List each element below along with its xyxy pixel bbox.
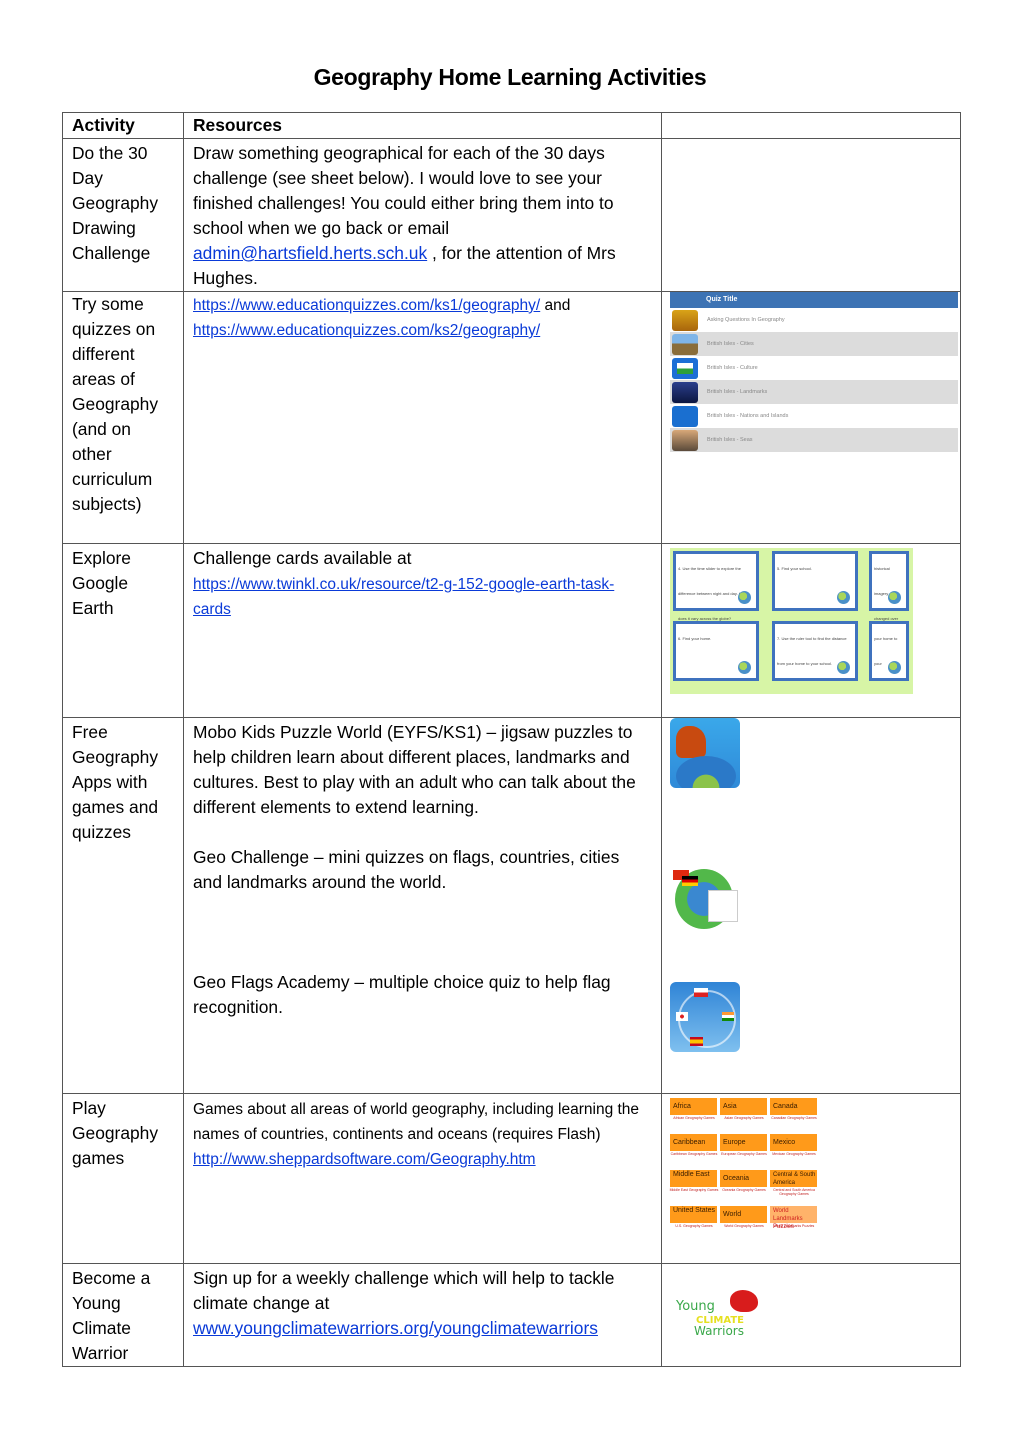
quiz-list-item: British Isles - Nations and Islands bbox=[670, 404, 958, 428]
globe-icon bbox=[837, 661, 850, 674]
activity-cell: Try some quizzes on different areas of G… bbox=[62, 291, 184, 544]
geo-flags-academy-app-icon bbox=[670, 982, 740, 1052]
app-description: Geo Flags Academy – multiple choice quiz… bbox=[193, 972, 611, 1017]
quiz-list-header: Quiz Title bbox=[670, 292, 958, 308]
resources-cell: Challenge cards available at https://www… bbox=[183, 543, 662, 718]
table-row: Free Geography Apps with games and quizz… bbox=[62, 717, 961, 1094]
game-tile: Asia bbox=[720, 1098, 767, 1115]
app-description: Mobo Kids Puzzle World (EYFS/KS1) – jigs… bbox=[193, 722, 636, 817]
quiz-list-item: British Isles - Landmarks bbox=[670, 380, 958, 404]
game-tile: Europe bbox=[720, 1134, 767, 1151]
resources-text: Draw something geographical for each of … bbox=[193, 143, 614, 238]
game-tile: World Landmarks Puzzles bbox=[770, 1206, 817, 1230]
globe-icon bbox=[837, 591, 850, 604]
resources-text: Challenge cards available at bbox=[193, 548, 412, 568]
google-earth-cards-image: 4. Use the time slider to explore the di… bbox=[670, 548, 913, 694]
globe-icon bbox=[888, 661, 901, 674]
activity-cell: Free Geography Apps with games and quizz… bbox=[62, 717, 184, 1094]
mobo-kids-app-icon bbox=[670, 718, 740, 788]
table-row: Explore Google Earth Challenge cards ava… bbox=[62, 543, 961, 718]
table-row: Try some quizzes on different areas of G… bbox=[62, 291, 961, 544]
table-row: Do the 30 Day Geography Drawing Challeng… bbox=[62, 138, 961, 292]
quiz-thumbnail-icon bbox=[672, 309, 698, 331]
image-cell: 4. Use the time slider to explore the di… bbox=[661, 543, 961, 718]
globe-icon bbox=[738, 591, 751, 604]
game-tile: United States bbox=[670, 1206, 717, 1223]
table-header-row: Activity Resources bbox=[62, 112, 961, 139]
quiz-list-item: British Isles - Cities bbox=[670, 332, 958, 356]
task-card: your home to your bbox=[869, 621, 909, 681]
quiz-thumbnail-icon bbox=[672, 429, 698, 451]
activities-table: Activity Resources Do the 30 Day Geograp… bbox=[62, 112, 961, 1367]
task-card: historical imagery changed over the bbox=[869, 551, 909, 646]
activity-cell: Explore Google Earth bbox=[62, 543, 184, 718]
quiz-thumbnail-icon bbox=[672, 381, 698, 403]
twinkl-link[interactable]: https://www.twinkl.co.uk/resource/t2-g-1… bbox=[193, 576, 614, 618]
activity-cell: Play Geography games bbox=[62, 1093, 184, 1264]
task-card: 6. Find your home. bbox=[673, 621, 759, 681]
sheppard-software-link[interactable]: http://www.sheppardsoftware.com/Geograph… bbox=[193, 1151, 536, 1168]
table-row: Play Geography games Games about all are… bbox=[62, 1093, 961, 1264]
globe-icon bbox=[738, 661, 751, 674]
header-resources: Resources bbox=[183, 112, 662, 139]
resources-cell: Mobo Kids Puzzle World (EYFS/KS1) – jigs… bbox=[183, 717, 662, 1094]
page-title: Geography Home Learning Activities bbox=[313, 64, 707, 90]
game-tile: Middle East bbox=[670, 1170, 717, 1187]
game-tile: Caribbean bbox=[670, 1134, 717, 1151]
quiz-list-item: British Isles - Seas bbox=[670, 428, 958, 452]
game-tile: World bbox=[720, 1206, 767, 1223]
ks2-quiz-link[interactable]: https://www.educationquizzes.com/ks2/geo… bbox=[193, 322, 540, 339]
image-cell: Young CLIMATE Warriors bbox=[661, 1263, 961, 1367]
resources-cell: Sign up for a weekly challenge which wil… bbox=[183, 1263, 662, 1367]
game-tile: Africa bbox=[670, 1098, 717, 1115]
quiz-thumbnail-icon bbox=[672, 405, 698, 427]
email-link[interactable]: admin@hartsfield.herts.sch.uk bbox=[193, 243, 427, 263]
resources-cell: https://www.educationquizzes.com/ks1/geo… bbox=[183, 291, 662, 544]
resources-text: Sign up for a weekly challenge which wil… bbox=[193, 1268, 615, 1313]
ks1-quiz-link[interactable]: https://www.educationquizzes.com/ks1/geo… bbox=[193, 297, 540, 314]
quiz-thumbnail-icon bbox=[672, 333, 698, 355]
activity-cell: Become a Young Climate Warrior bbox=[62, 1263, 184, 1367]
header-image bbox=[661, 112, 961, 139]
and-text: and bbox=[540, 297, 571, 314]
table-row: Become a Young Climate Warrior Sign up f… bbox=[62, 1263, 961, 1367]
header-activity: Activity bbox=[62, 112, 184, 139]
game-tile: Oceania bbox=[720, 1170, 767, 1187]
image-cell: Quiz Title Asking Questions In Geography… bbox=[661, 291, 961, 544]
game-tile: Central & South America bbox=[770, 1170, 817, 1187]
activity-cell: Do the 30 Day Geography Drawing Challeng… bbox=[62, 138, 184, 292]
image-cell bbox=[661, 717, 961, 1094]
quiz-list-image: Quiz Title Asking Questions In Geography… bbox=[670, 292, 958, 454]
young-climate-warriors-logo: Young CLIMATE Warriors bbox=[676, 1290, 766, 1338]
globe-icon bbox=[888, 591, 901, 604]
young-climate-warriors-link[interactable]: www.youngclimatewarriors.org/youngclimat… bbox=[193, 1318, 598, 1338]
resources-cell: Games about all areas of world geography… bbox=[183, 1093, 662, 1264]
image-cell bbox=[661, 138, 961, 292]
task-card: 5. Find your school. bbox=[772, 551, 858, 611]
geo-challenge-app-icon bbox=[670, 864, 740, 934]
resources-text: Games about all areas of world geography… bbox=[193, 1101, 640, 1143]
task-card: 4. Use the time slider to explore the di… bbox=[673, 551, 759, 621]
game-tile: Canada bbox=[770, 1098, 817, 1115]
image-cell: Africa African Geography Games Asia Asia… bbox=[661, 1093, 961, 1264]
resources-cell: Draw something geographical for each of … bbox=[183, 138, 662, 292]
game-tile: Mexico bbox=[770, 1134, 817, 1151]
quiz-thumbnail-icon bbox=[672, 357, 698, 379]
task-card: 7. Use the ruler tool to find the distan… bbox=[772, 621, 858, 681]
quiz-list-item: British Isles - Culture bbox=[670, 356, 958, 380]
app-description: Geo Challenge – mini quizzes on flags, c… bbox=[193, 847, 620, 892]
quiz-list-item: Asking Questions In Geography bbox=[670, 308, 958, 332]
